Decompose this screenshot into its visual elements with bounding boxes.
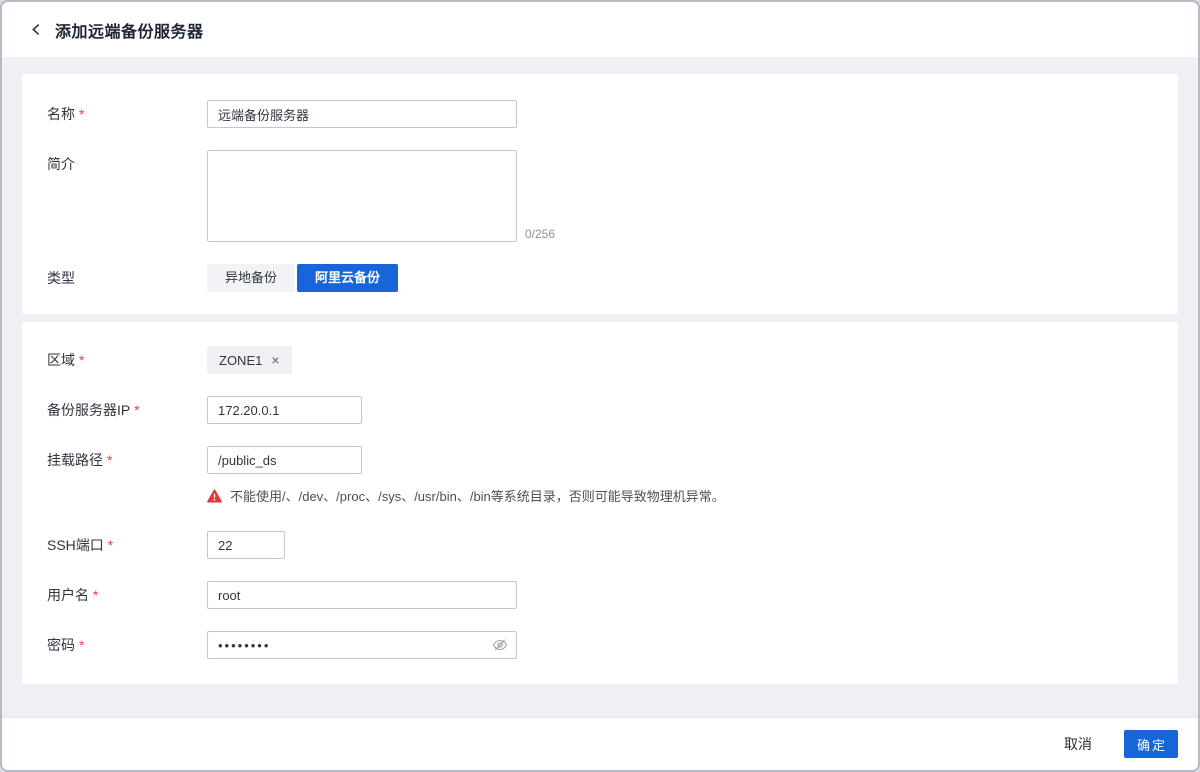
zone-remove-icon[interactable]: ×	[271, 353, 279, 367]
name-row: 名称*	[47, 100, 1178, 128]
password-visibility-toggle[interactable]	[492, 637, 508, 653]
required-mark: *	[108, 537, 113, 553]
ssh-port-label: SSH端口*	[47, 531, 207, 559]
description-field-wrap: 0/256	[207, 150, 555, 242]
mount-path-field-wrap: 不能使用/、/dev、/proc、/sys、/usr/bin、/bin等系统目录…	[207, 446, 725, 509]
description-textarea[interactable]	[207, 150, 517, 242]
page-header: 添加远端备份服务器	[2, 2, 1198, 57]
name-input[interactable]	[207, 100, 517, 128]
password-row: 密码*	[47, 631, 1178, 659]
description-row: 简介 0/256	[47, 150, 1178, 242]
username-label: 用户名*	[47, 581, 207, 609]
add-remote-backup-server-page: 添加远端备份服务器 名称* 简介 0/256	[0, 0, 1200, 772]
page-footer: 取消 确定	[2, 717, 1198, 770]
password-field-wrap	[207, 631, 517, 659]
basic-info-section: 名称* 简介 0/256 类型 异地备份 阿里云备份	[22, 74, 1178, 314]
ssh-port-input[interactable]	[207, 531, 285, 559]
server-ip-label: 备份服务器IP*	[47, 396, 207, 424]
required-mark: *	[93, 587, 98, 603]
ssh-port-row: SSH端口*	[47, 531, 1178, 559]
zone-tag: ZONE1 ×	[207, 346, 292, 374]
zone-row: 区域* ZONE1 ×	[47, 346, 1178, 374]
password-label: 密码*	[47, 631, 207, 659]
page-title: 添加远端备份服务器	[55, 18, 204, 42]
username-row: 用户名*	[47, 581, 1178, 609]
required-mark: *	[134, 402, 139, 418]
char-counter: 0/256	[525, 226, 555, 242]
username-input[interactable]	[207, 581, 517, 609]
form-content: 名称* 简介 0/256 类型 异地备份 阿里云备份	[2, 57, 1198, 717]
description-label: 简介	[47, 150, 207, 178]
zone-label: 区域*	[47, 346, 207, 374]
type-toggle-group: 异地备份 阿里云备份	[207, 264, 398, 292]
zone-tag-text: ZONE1	[219, 353, 262, 368]
required-mark: *	[79, 637, 84, 653]
back-button[interactable]	[30, 23, 43, 36]
chevron-left-icon	[30, 23, 43, 36]
type-row: 类型 异地备份 阿里云备份	[47, 264, 1178, 292]
server-ip-row: 备份服务器IP*	[47, 396, 1178, 424]
server-config-section: 区域* ZONE1 × 备份服务器IP* 挂载路径*	[22, 322, 1178, 684]
required-mark: *	[79, 352, 84, 368]
warning-text: 不能使用/、/dev、/proc、/sys、/usr/bin、/bin等系统目录…	[230, 488, 725, 506]
eye-slash-icon	[492, 640, 508, 657]
name-label: 名称*	[47, 100, 207, 128]
type-option-offsite-backup[interactable]: 异地备份	[207, 264, 295, 292]
mount-path-label: 挂载路径*	[47, 446, 207, 474]
cancel-button[interactable]: 取消	[1058, 730, 1098, 758]
required-mark: *	[79, 106, 84, 122]
type-option-aliyun-backup[interactable]: 阿里云备份	[297, 264, 398, 292]
password-input[interactable]	[207, 631, 517, 659]
mount-path-warning: 不能使用/、/dev、/proc、/sys、/usr/bin、/bin等系统目录…	[207, 488, 725, 509]
warning-triangle-icon	[207, 489, 222, 509]
required-mark: *	[107, 452, 112, 468]
type-label: 类型	[47, 264, 207, 292]
mount-path-row: 挂载路径* 不能使用/、/dev、/proc、/sys、/usr/bin、/bi…	[47, 446, 1178, 509]
confirm-button[interactable]: 确定	[1124, 730, 1178, 758]
server-ip-input[interactable]	[207, 396, 362, 424]
mount-path-input[interactable]	[207, 446, 362, 474]
